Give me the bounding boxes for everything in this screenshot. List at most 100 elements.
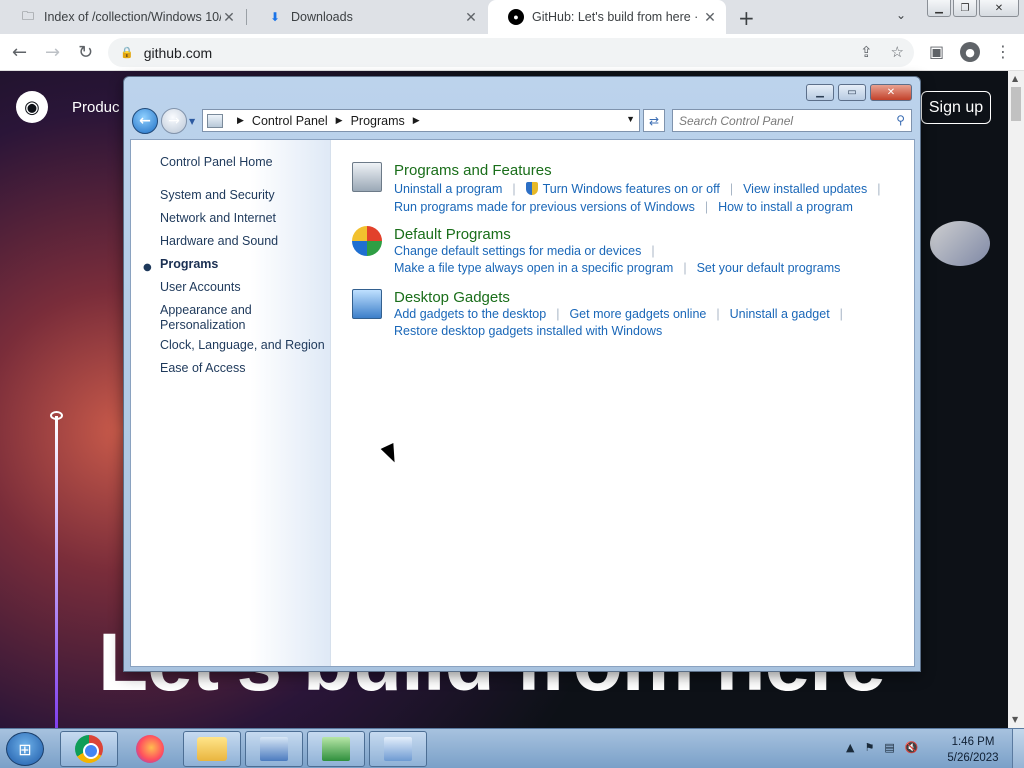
reload-icon[interactable]: ↻ <box>78 42 93 63</box>
show-desktop-button[interactable] <box>1012 729 1024 768</box>
cp-left-nav: Control Panel Home System and Security N… <box>131 140 331 666</box>
link-file-type-association[interactable]: Make a file type always open in a specif… <box>394 261 673 275</box>
link-default-media-settings[interactable]: Change default settings for media or dev… <box>394 244 641 258</box>
close-icon[interactable]: ✕ <box>979 0 1019 17</box>
minimize-icon[interactable]: ▁ <box>927 0 951 17</box>
control-panel-icon <box>384 737 412 761</box>
cp-address-bar[interactable]: ▶ Control Panel ▶ Programs ▶ ▼ <box>202 109 640 132</box>
link-restore-gadgets[interactable]: Restore desktop gadgets installed with W… <box>394 324 662 338</box>
tray-expand-icon[interactable]: ▲ <box>846 741 854 754</box>
link-uninstall-program[interactable]: Uninstall a program <box>394 182 502 196</box>
nav-clock-language-region[interactable]: Clock, Language, and Region <box>160 338 325 353</box>
taskbar-downloader[interactable] <box>307 731 365 767</box>
current-bullet-icon: ● <box>143 262 152 273</box>
close-icon[interactable]: ✕ <box>870 84 912 101</box>
close-tab-icon[interactable]: ✕ <box>702 9 718 26</box>
taskbar-control-panel[interactable] <box>369 731 427 767</box>
category-links: Change default settings for media or dev… <box>394 244 665 258</box>
search-input[interactable]: Search Control Panel ⚲ <box>672 109 912 132</box>
tab-github[interactable]: ● GitHub: Let's build from here · Gi ✕ <box>488 0 726 34</box>
breadcrumb-chevron-icon[interactable]: ▶ <box>336 115 343 126</box>
link-uninstall-gadget[interactable]: Uninstall a gadget <box>730 307 830 321</box>
taskbar-explorer[interactable] <box>183 731 241 767</box>
url-text: github.com <box>143 44 213 61</box>
chrome-icon <box>75 735 103 763</box>
category-title[interactable]: Programs and Features <box>394 162 552 179</box>
share-icon[interactable]: ⇪ <box>860 43 873 61</box>
browser-toolbar: ← → ↻ 🔒 github.com ⇪ ☆ ▣ ⋮ <box>0 34 1024 71</box>
action-center-icon[interactable]: ⚑ <box>864 741 874 754</box>
bookmark-star-icon[interactable]: ☆ <box>891 43 904 61</box>
cp-main-panel: Programs and Features Uninstall a progra… <box>332 140 914 666</box>
github-icon: ● <box>508 9 524 25</box>
link-set-default-programs[interactable]: Set your default programs <box>697 261 841 275</box>
breadcrumb-programs[interactable]: Programs <box>351 114 405 128</box>
cp-content: Control Panel Home System and Security N… <box>130 139 915 667</box>
breadcrumb-chevron-icon[interactable]: ▶ <box>237 115 244 126</box>
category-title[interactable]: Default Programs <box>394 226 511 243</box>
forward-icon[interactable]: → <box>45 42 60 63</box>
clock[interactable]: 1:46 PM 5/26/2023 <box>940 734 1006 766</box>
volume-muted-icon[interactable]: 🔇 <box>905 741 919 754</box>
profile-avatar-icon[interactable]: ● <box>960 42 980 62</box>
clock-date: 5/26/2023 <box>947 752 999 764</box>
link-windows-features[interactable]: Turn Windows features on or off <box>543 182 720 196</box>
nav-appearance[interactable]: Appearance and <box>160 303 252 318</box>
menu-icon[interactable]: ⋮ <box>995 42 1011 61</box>
breadcrumb-chevron-icon[interactable]: ▶ <box>413 115 420 126</box>
restore-icon[interactable]: ❐ <box>953 0 977 17</box>
close-tab-icon[interactable]: ✕ <box>463 9 479 26</box>
address-bar[interactable]: 🔒 github.com ⇪ ☆ <box>108 38 914 67</box>
breadcrumb-control-panel[interactable]: Control Panel <box>252 114 328 128</box>
scroll-down-icon[interactable]: ▼ <box>1012 715 1018 724</box>
link-compat-programs[interactable]: Run programs made for previous versions … <box>394 200 695 214</box>
nav-hardware-sound[interactable]: Hardware and Sound <box>160 234 278 249</box>
maximize-icon[interactable]: ▭ <box>838 84 866 101</box>
nav-user-accounts[interactable]: User Accounts <box>160 280 241 295</box>
nav-control-panel-home[interactable]: Control Panel Home <box>160 155 273 170</box>
start-button[interactable]: ⊞ <box>6 732 44 766</box>
cp-window-controls: ▁ ▭ ✕ <box>802 84 912 101</box>
nav-product[interactable]: Produc <box>72 99 120 116</box>
link-view-updates[interactable]: View installed updates <box>743 182 867 196</box>
link-more-gadgets[interactable]: Get more gadgets online <box>569 307 706 321</box>
search-placeholder: Search Control Panel <box>679 113 794 128</box>
category-title[interactable]: Desktop Gadgets <box>394 289 510 306</box>
history-dropdown-icon[interactable]: ▼ <box>189 117 195 126</box>
forward-arrow-icon[interactable]: → <box>161 108 187 134</box>
taskbar-remote[interactable] <box>245 731 303 767</box>
category-default-programs: Default Programs Change default settings… <box>352 226 912 276</box>
close-tab-icon[interactable]: ✕ <box>221 9 237 26</box>
page-scrollbar[interactable]: ▲ ▼ <box>1008 71 1024 728</box>
address-dropdown-icon[interactable]: ▼ <box>626 114 635 124</box>
back-arrow-icon[interactable]: ← <box>132 108 158 134</box>
tab-downloads[interactable]: ⬇ Downloads ✕ <box>247 0 487 34</box>
link-how-to-install[interactable]: How to install a program <box>718 200 853 214</box>
back-icon[interactable]: ← <box>12 42 27 63</box>
new-tab-icon[interactable]: + <box>738 6 755 30</box>
minimize-icon[interactable]: ▁ <box>806 84 834 101</box>
scroll-up-icon[interactable]: ▲ <box>1012 74 1018 83</box>
remote-desktop-icon <box>260 737 288 761</box>
side-panel-icon[interactable]: ▣ <box>929 42 944 61</box>
link-add-gadgets[interactable]: Add gadgets to the desktop <box>394 307 546 321</box>
nav-ease-of-access[interactable]: Ease of Access <box>160 361 245 376</box>
search-icon[interactable]: ⚲ <box>896 113 905 127</box>
scroll-thumb[interactable] <box>1011 87 1021 121</box>
nav-system-security[interactable]: System and Security <box>160 188 275 203</box>
nav-network-internet[interactable]: Network and Internet <box>160 211 276 226</box>
taskbar-firefox[interactable] <box>121 731 179 767</box>
category-programs-features: Programs and Features Uninstall a progra… <box>352 162 912 214</box>
refresh-icon[interactable]: ⇄ <box>643 109 665 132</box>
nav-personalization[interactable]: Personalization <box>160 318 245 333</box>
timeline-line <box>55 416 58 728</box>
divider: | <box>877 182 881 196</box>
tab-search-chevron-icon[interactable]: ⌄ <box>896 8 906 22</box>
signup-button[interactable]: Sign up <box>921 91 991 124</box>
tab-index[interactable]: 🗀 Index of /collection/Windows 10/ ✕ <box>0 0 245 34</box>
divider: | <box>839 307 843 321</box>
github-logo-icon[interactable]: ◉ <box>16 91 48 123</box>
lock-icon[interactable]: 🔒 <box>120 46 134 59</box>
taskbar-chrome[interactable] <box>60 731 118 767</box>
network-icon[interactable]: ▤ <box>884 741 894 754</box>
